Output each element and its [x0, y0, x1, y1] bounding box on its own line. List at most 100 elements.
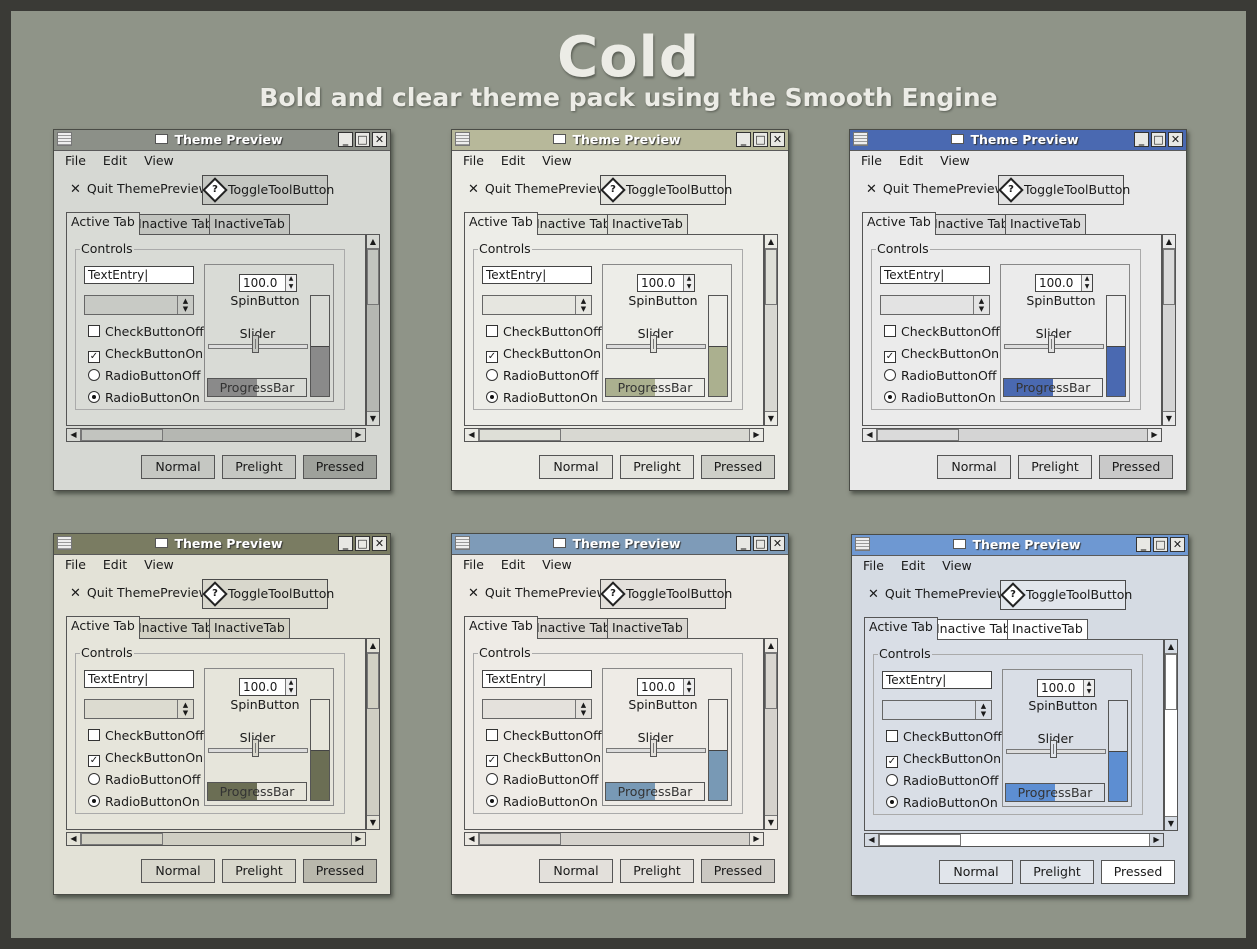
check-on[interactable]: ✓ CheckButtonOn	[886, 752, 1001, 768]
quit-button[interactable]: ✕ Quit ThemePreview!	[468, 585, 612, 601]
tab-active[interactable]: Active Tab	[66, 212, 140, 235]
check-on[interactable]: ✓ CheckButtonOn	[884, 347, 999, 363]
menu-file[interactable]: File	[463, 557, 484, 572]
menu-edit[interactable]: Edit	[103, 153, 127, 168]
horizontal-scroll-thumb[interactable]	[81, 429, 163, 441]
prelight-button[interactable]: Prelight	[1020, 860, 1094, 884]
scroll-down-icon[interactable]: ▼	[1165, 816, 1177, 830]
scroll-left-icon[interactable]: ◀	[67, 429, 81, 441]
menu-view[interactable]: View	[542, 557, 572, 572]
spin-button[interactable]: 100.0 ▲ ▼	[637, 678, 695, 696]
vertical-scroll-thumb[interactable]	[367, 653, 379, 709]
vertical-scroll-thumb[interactable]	[765, 653, 777, 709]
vertical-scroll-thumb[interactable]	[765, 249, 777, 305]
vertical-scroll-thumb[interactable]	[1165, 654, 1177, 710]
horizontal-scrollbar[interactable]: ◀ ▶	[66, 832, 366, 846]
quit-button[interactable]: ✕ Quit ThemePreview!	[866, 181, 1010, 197]
pressed-button[interactable]: Pressed	[1099, 455, 1173, 479]
prelight-button[interactable]: Prelight	[222, 859, 296, 883]
window-menu-icon[interactable]	[853, 132, 868, 146]
vertical-scrollbar[interactable]: ▲ ▼	[764, 638, 778, 830]
scroll-right-icon[interactable]: ▶	[351, 833, 365, 845]
maximize-icon[interactable]: □	[355, 132, 370, 147]
radio-on[interactable]: RadioButtonOn	[486, 795, 598, 809]
normal-button[interactable]: Normal	[141, 455, 215, 479]
spin-arrows-icon[interactable]: ▲ ▼	[1081, 275, 1092, 291]
radio-on[interactable]: RadioButtonOn	[884, 391, 996, 405]
scroll-left-icon[interactable]: ◀	[465, 429, 479, 441]
horizontal-scrollbar[interactable]: ◀ ▶	[864, 833, 1164, 847]
vertical-scrollbar[interactable]: ▲ ▼	[366, 234, 380, 426]
combo-box[interactable]: ▲ ▼	[482, 699, 592, 719]
slider-thumb[interactable]	[650, 335, 657, 353]
scroll-right-icon[interactable]: ▶	[351, 429, 365, 441]
radio-off[interactable]: RadioButtonOff	[88, 369, 200, 383]
normal-button[interactable]: Normal	[939, 860, 1013, 884]
radio-on[interactable]: RadioButtonOn	[88, 391, 200, 405]
scroll-left-icon[interactable]: ◀	[863, 429, 877, 441]
maximize-icon[interactable]: □	[753, 132, 768, 147]
text-entry[interactable]: TextEntry|	[482, 266, 592, 284]
tab-inactive[interactable]: Inactive Tab	[531, 214, 616, 234]
horizontal-scrollbar[interactable]: ◀ ▶	[862, 428, 1162, 442]
radio-on[interactable]: RadioButtonOn	[886, 796, 998, 810]
minimize-icon[interactable]: _	[736, 536, 751, 551]
scroll-up-icon[interactable]: ▲	[367, 639, 379, 653]
spin-arrows-icon[interactable]: ▲ ▼	[683, 275, 694, 291]
spin-arrows-icon[interactable]: ▲ ▼	[1083, 680, 1094, 696]
spin-arrows-icon[interactable]: ▲ ▼	[285, 275, 296, 291]
horizontal-scrollbar[interactable]: ◀ ▶	[464, 428, 764, 442]
menu-file[interactable]: File	[861, 153, 882, 168]
scroll-down-icon[interactable]: ▼	[367, 411, 379, 425]
tab-inactive[interactable]: Inactive Tab	[133, 618, 218, 638]
text-entry[interactable]: TextEntry|	[84, 266, 194, 284]
radio-off[interactable]: RadioButtonOff	[884, 369, 996, 383]
radio-off[interactable]: RadioButtonOff	[486, 773, 598, 787]
combo-box[interactable]: ▲ ▼	[880, 295, 990, 315]
pressed-button[interactable]: Pressed	[701, 455, 775, 479]
maximize-icon[interactable]: □	[1153, 537, 1168, 552]
scroll-up-icon[interactable]: ▲	[1163, 235, 1175, 249]
minimize-icon[interactable]: _	[338, 132, 353, 147]
radio-off[interactable]: RadioButtonOff	[886, 774, 998, 788]
prelight-button[interactable]: Prelight	[620, 455, 694, 479]
horizontal-scroll-thumb[interactable]	[479, 833, 561, 845]
quit-button[interactable]: ✕ Quit ThemePreview!	[868, 586, 1012, 602]
tab-inactive[interactable]: Inactive Tab	[929, 214, 1014, 234]
spin-button[interactable]: 100.0 ▲ ▼	[239, 678, 297, 696]
menu-file[interactable]: File	[65, 153, 86, 168]
tab-inactive-2[interactable]: InactiveTab	[607, 214, 688, 234]
scroll-right-icon[interactable]: ▶	[1147, 429, 1161, 441]
vertical-scroll-thumb[interactable]	[367, 249, 379, 305]
tab-active[interactable]: Active Tab	[862, 212, 936, 235]
check-off[interactable]: CheckButtonOff	[486, 325, 602, 339]
close-icon[interactable]: ✕	[372, 132, 387, 147]
check-on[interactable]: ✓ CheckButtonOn	[486, 751, 601, 767]
maximize-icon[interactable]: □	[1151, 132, 1166, 147]
pressed-button[interactable]: Pressed	[303, 859, 377, 883]
slider-thumb[interactable]	[252, 739, 259, 757]
tab-inactive-2[interactable]: InactiveTab	[209, 618, 290, 638]
spin-arrows-icon[interactable]: ▲ ▼	[683, 679, 694, 695]
check-off[interactable]: CheckButtonOff	[486, 729, 602, 743]
combo-box[interactable]: ▲ ▼	[84, 699, 194, 719]
combo-box[interactable]: ▲ ▼	[482, 295, 592, 315]
check-off[interactable]: CheckButtonOff	[88, 729, 204, 743]
menu-view[interactable]: View	[144, 153, 174, 168]
maximize-icon[interactable]: □	[355, 536, 370, 551]
tab-active[interactable]: Active Tab	[66, 616, 140, 639]
prelight-button[interactable]: Prelight	[620, 859, 694, 883]
normal-button[interactable]: Normal	[141, 859, 215, 883]
check-off[interactable]: CheckButtonOff	[884, 325, 1000, 339]
text-entry[interactable]: TextEntry|	[882, 671, 992, 689]
scroll-up-icon[interactable]: ▲	[1165, 640, 1177, 654]
prelight-button[interactable]: Prelight	[1018, 455, 1092, 479]
toggle-tool-button[interactable]: ? ToggleToolButton	[1000, 580, 1132, 610]
window-titlebar[interactable]: Theme Preview _ □ ✕	[452, 130, 788, 151]
spin-arrows-icon[interactable]: ▲ ▼	[285, 679, 296, 695]
menu-edit[interactable]: Edit	[899, 153, 923, 168]
menu-file[interactable]: File	[463, 153, 484, 168]
toggle-tool-button[interactable]: ? ToggleToolButton	[600, 175, 732, 205]
toggle-tool-button[interactable]: ? ToggleToolButton	[600, 579, 732, 609]
window-titlebar[interactable]: Theme Preview _ □ ✕	[54, 130, 390, 151]
